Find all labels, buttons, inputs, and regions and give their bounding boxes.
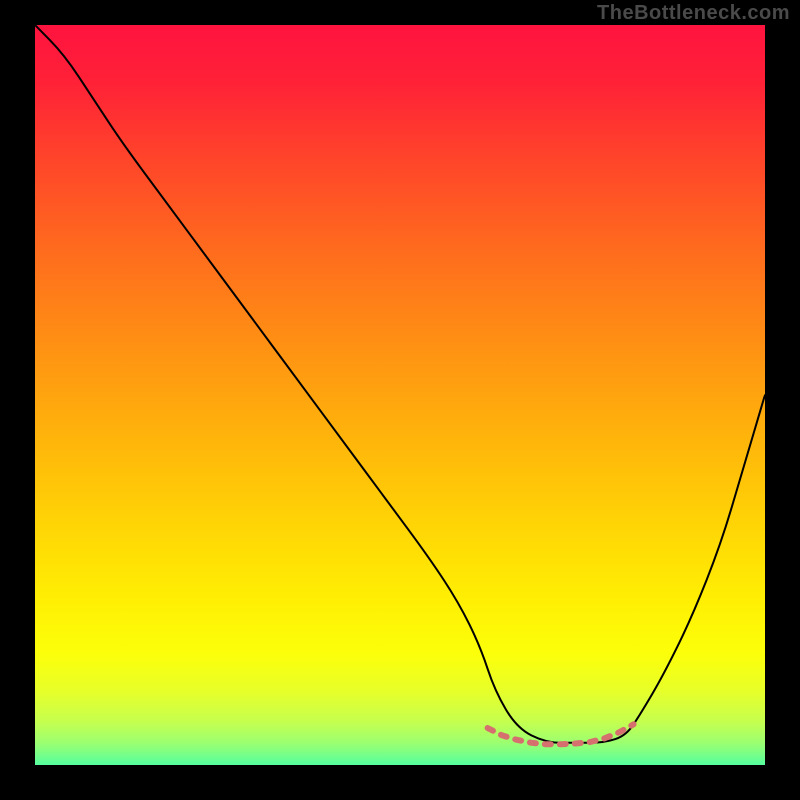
watermark-text: TheBottleneck.com [597, 2, 790, 25]
bottleneck-chart [35, 25, 765, 765]
chart-plot-area [35, 25, 765, 765]
gradient-background [35, 25, 765, 765]
